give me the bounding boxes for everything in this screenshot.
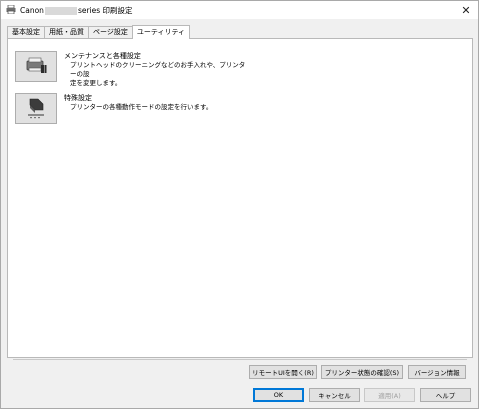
close-icon: ✕: [461, 3, 471, 17]
special-settings-icon: [24, 97, 48, 121]
apply-button[interactable]: 適用(A): [364, 388, 415, 402]
tab-page-setup[interactable]: ページ設定: [88, 26, 133, 38]
printing-preferences-window: Canon series 印刷設定 ✕ 基本設定 用紙・品質 ページ設定 ユーテ…: [0, 0, 479, 409]
window-title-prefix: Canon: [20, 6, 44, 15]
tab-paper-quality[interactable]: 用紙・品質: [44, 26, 89, 38]
printer-status-button[interactable]: プリンター状態の確認(S): [321, 365, 403, 379]
remote-ui-button[interactable]: リモートUIを開く(R): [249, 365, 317, 379]
tab-basic-settings[interactable]: 基本設定: [7, 26, 45, 38]
tab-bar: 基本設定 用紙・品質 ページ設定 ユーティリティ: [7, 25, 191, 39]
ok-button[interactable]: OK: [253, 388, 304, 402]
maintenance-description: プリントヘッドのクリーニングなどのお手入れや、プリンターの設 定を変更します。: [70, 61, 246, 87]
special-settings-title: 特殊設定: [64, 94, 92, 102]
printer-icon: [6, 4, 16, 15]
maintenance-button[interactable]: [15, 51, 57, 82]
utility-panel: メンテナンスと各種設定 プリントヘッドのクリーニングなどのお手入れや、プリンター…: [7, 38, 473, 358]
help-button[interactable]: ヘルプ: [420, 388, 471, 402]
window-title-suffix: series 印刷設定: [77, 6, 133, 15]
version-info-button[interactable]: バージョン情報: [408, 365, 466, 379]
cancel-button[interactable]: キャンセル: [309, 388, 360, 402]
separator: [13, 359, 467, 360]
special-settings-description: プリンターの各種動作モードの設定を行います。: [70, 103, 213, 111]
close-button[interactable]: ✕: [454, 1, 478, 19]
window-title: Canon series 印刷設定: [20, 5, 133, 16]
title-bar: Canon series 印刷設定 ✕: [1, 1, 478, 19]
maintenance-title: メンテナンスと各種設定: [64, 52, 141, 60]
special-settings-button[interactable]: [15, 93, 57, 124]
redacted-model-name: [44, 6, 77, 15]
tab-utility[interactable]: ユーティリティ: [131, 25, 191, 39]
printer-maintenance-icon: [24, 57, 48, 77]
